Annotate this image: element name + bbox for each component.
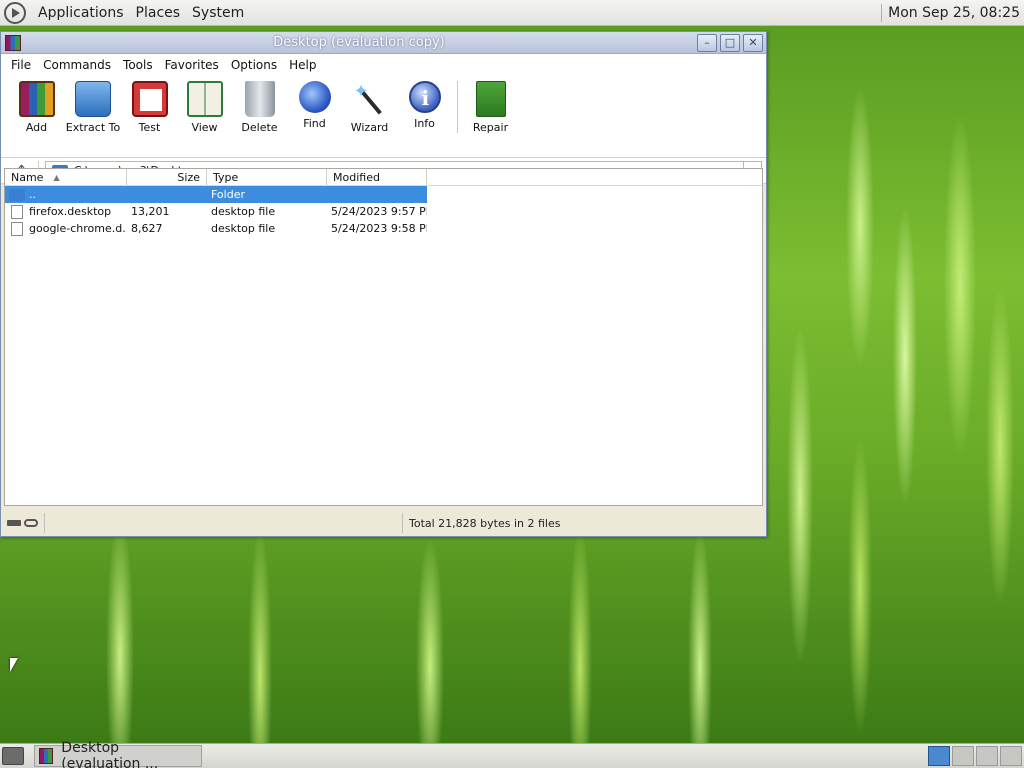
column-header-name[interactable]: Name ▲	[5, 169, 127, 185]
column-header-size[interactable]: Size	[127, 169, 207, 185]
window-title: Desktop (evaluation copy)	[273, 35, 445, 50]
info-button[interactable]: Info	[397, 81, 452, 130]
find-button[interactable]: Find	[287, 81, 342, 130]
system-menu[interactable]: System	[186, 5, 250, 21]
top-panel: Applications Places System Mon Sep 25, 0…	[0, 0, 1024, 26]
column-header-type[interactable]: Type	[207, 169, 327, 185]
toolbar: Add Extract To Test View Delete Find Wiz…	[1, 75, 766, 158]
drive-icon[interactable]	[7, 520, 21, 526]
column-headers: Name ▲ Size Type Modified	[5, 169, 762, 186]
view-label: View	[191, 121, 218, 134]
workspace-4[interactable]	[1000, 746, 1022, 766]
menu-file[interactable]: File	[5, 58, 37, 72]
file-icon	[11, 204, 23, 219]
extract-icon	[75, 81, 111, 117]
bottom-taskbar: Desktop (evaluation ...	[0, 740, 1024, 768]
maximize-button[interactable]: □	[720, 33, 740, 52]
places-menu[interactable]: Places	[130, 5, 187, 21]
show-desktop-icon[interactable]	[2, 747, 24, 765]
repair-label: Repair	[472, 121, 509, 134]
wizard-icon	[352, 81, 388, 117]
repair-icon	[475, 81, 506, 117]
winrar-app-icon	[39, 748, 54, 764]
workspace-3[interactable]	[976, 746, 998, 766]
menu-tools[interactable]: Tools	[117, 58, 159, 72]
menu-options[interactable]: Options	[225, 58, 283, 72]
file-name: firefox.desktop	[29, 205, 112, 218]
menu-bar: File Commands Tools Favorites Options He…	[1, 54, 766, 75]
workspace-2[interactable]	[952, 746, 974, 766]
workspace-1[interactable]	[928, 746, 950, 766]
file-row-chrome[interactable]: google-chrome.d... 8,627 desktop file 5/…	[5, 220, 762, 237]
file-size: 13,201	[131, 205, 170, 218]
find-icon	[298, 81, 331, 113]
file-name: google-chrome.d...	[29, 222, 127, 235]
distro-logo-icon[interactable]	[4, 1, 26, 24]
title-bar[interactable]: Desktop (evaluation copy) – □ ✕	[1, 32, 766, 54]
file-size: 8,627	[131, 222, 163, 235]
sort-ascending-icon: ▲	[53, 172, 60, 182]
mouse-pointer-icon	[10, 658, 18, 672]
delete-label: Delete	[241, 121, 278, 134]
find-label: Find	[303, 117, 326, 130]
test-icon	[131, 81, 168, 117]
key-icon[interactable]	[24, 519, 38, 527]
extract-to-button[interactable]: Extract To	[64, 81, 122, 134]
test-label: Test	[138, 121, 161, 134]
delete-icon	[244, 81, 275, 117]
file-row-firefox[interactable]: firefox.desktop 13,201 desktop file 5/24…	[5, 203, 762, 220]
file-type: desktop file	[211, 205, 276, 218]
menu-favorites[interactable]: Favorites	[159, 58, 225, 72]
close-button[interactable]: ✕	[743, 33, 763, 52]
status-bar: Total 21,828 bytes in 2 files	[1, 510, 766, 536]
view-icon	[186, 81, 223, 117]
info-icon	[408, 81, 441, 113]
wizard-button[interactable]: Wizard	[342, 81, 397, 134]
add-button[interactable]: Add	[9, 81, 64, 134]
repair-button[interactable]: Repair	[463, 81, 518, 134]
winrar-window: Desktop (evaluation copy) – □ ✕ File Com…	[0, 31, 767, 537]
view-button[interactable]: View	[177, 81, 232, 134]
extract-to-label: Extract To	[65, 121, 121, 134]
wizard-label: Wizard	[350, 121, 389, 134]
file-list[interactable]: Name ▲ Size Type Modified .. Folder fire…	[4, 168, 763, 506]
menu-commands[interactable]: Commands	[37, 58, 117, 72]
toolbar-separator	[457, 81, 458, 133]
file-modified: 5/24/2023 9:57 PM	[331, 205, 427, 218]
taskbar-winrar-button[interactable]: Desktop (evaluation ...	[34, 740, 202, 768]
column-header-modified[interactable]: Modified	[327, 169, 427, 185]
add-label: Add	[25, 121, 48, 134]
file-row-parent[interactable]: .. Folder	[5, 186, 427, 203]
menu-help[interactable]: Help	[283, 58, 322, 72]
status-left	[45, 513, 403, 533]
file-modified: 5/24/2023 9:58 PM	[331, 222, 427, 235]
applications-menu[interactable]: Applications	[32, 5, 130, 21]
folder-icon	[9, 188, 25, 201]
taskbar-button-label: Desktop (evaluation ...	[61, 740, 159, 768]
add-icon	[18, 81, 55, 117]
winrar-app-icon[interactable]	[5, 34, 21, 51]
clock[interactable]: Mon Sep 25, 08:25	[888, 5, 1024, 21]
test-button[interactable]: Test	[122, 81, 177, 134]
file-name: ..	[29, 188, 36, 201]
status-total: Total 21,828 bytes in 2 files	[409, 516, 561, 530]
file-type: desktop file	[211, 222, 276, 235]
minimize-button[interactable]: –	[697, 33, 717, 52]
file-icon	[11, 221, 23, 236]
info-label: Info	[414, 117, 435, 130]
file-type: Folder	[211, 188, 245, 201]
panel-separator	[881, 3, 883, 22]
delete-button[interactable]: Delete	[232, 81, 287, 134]
